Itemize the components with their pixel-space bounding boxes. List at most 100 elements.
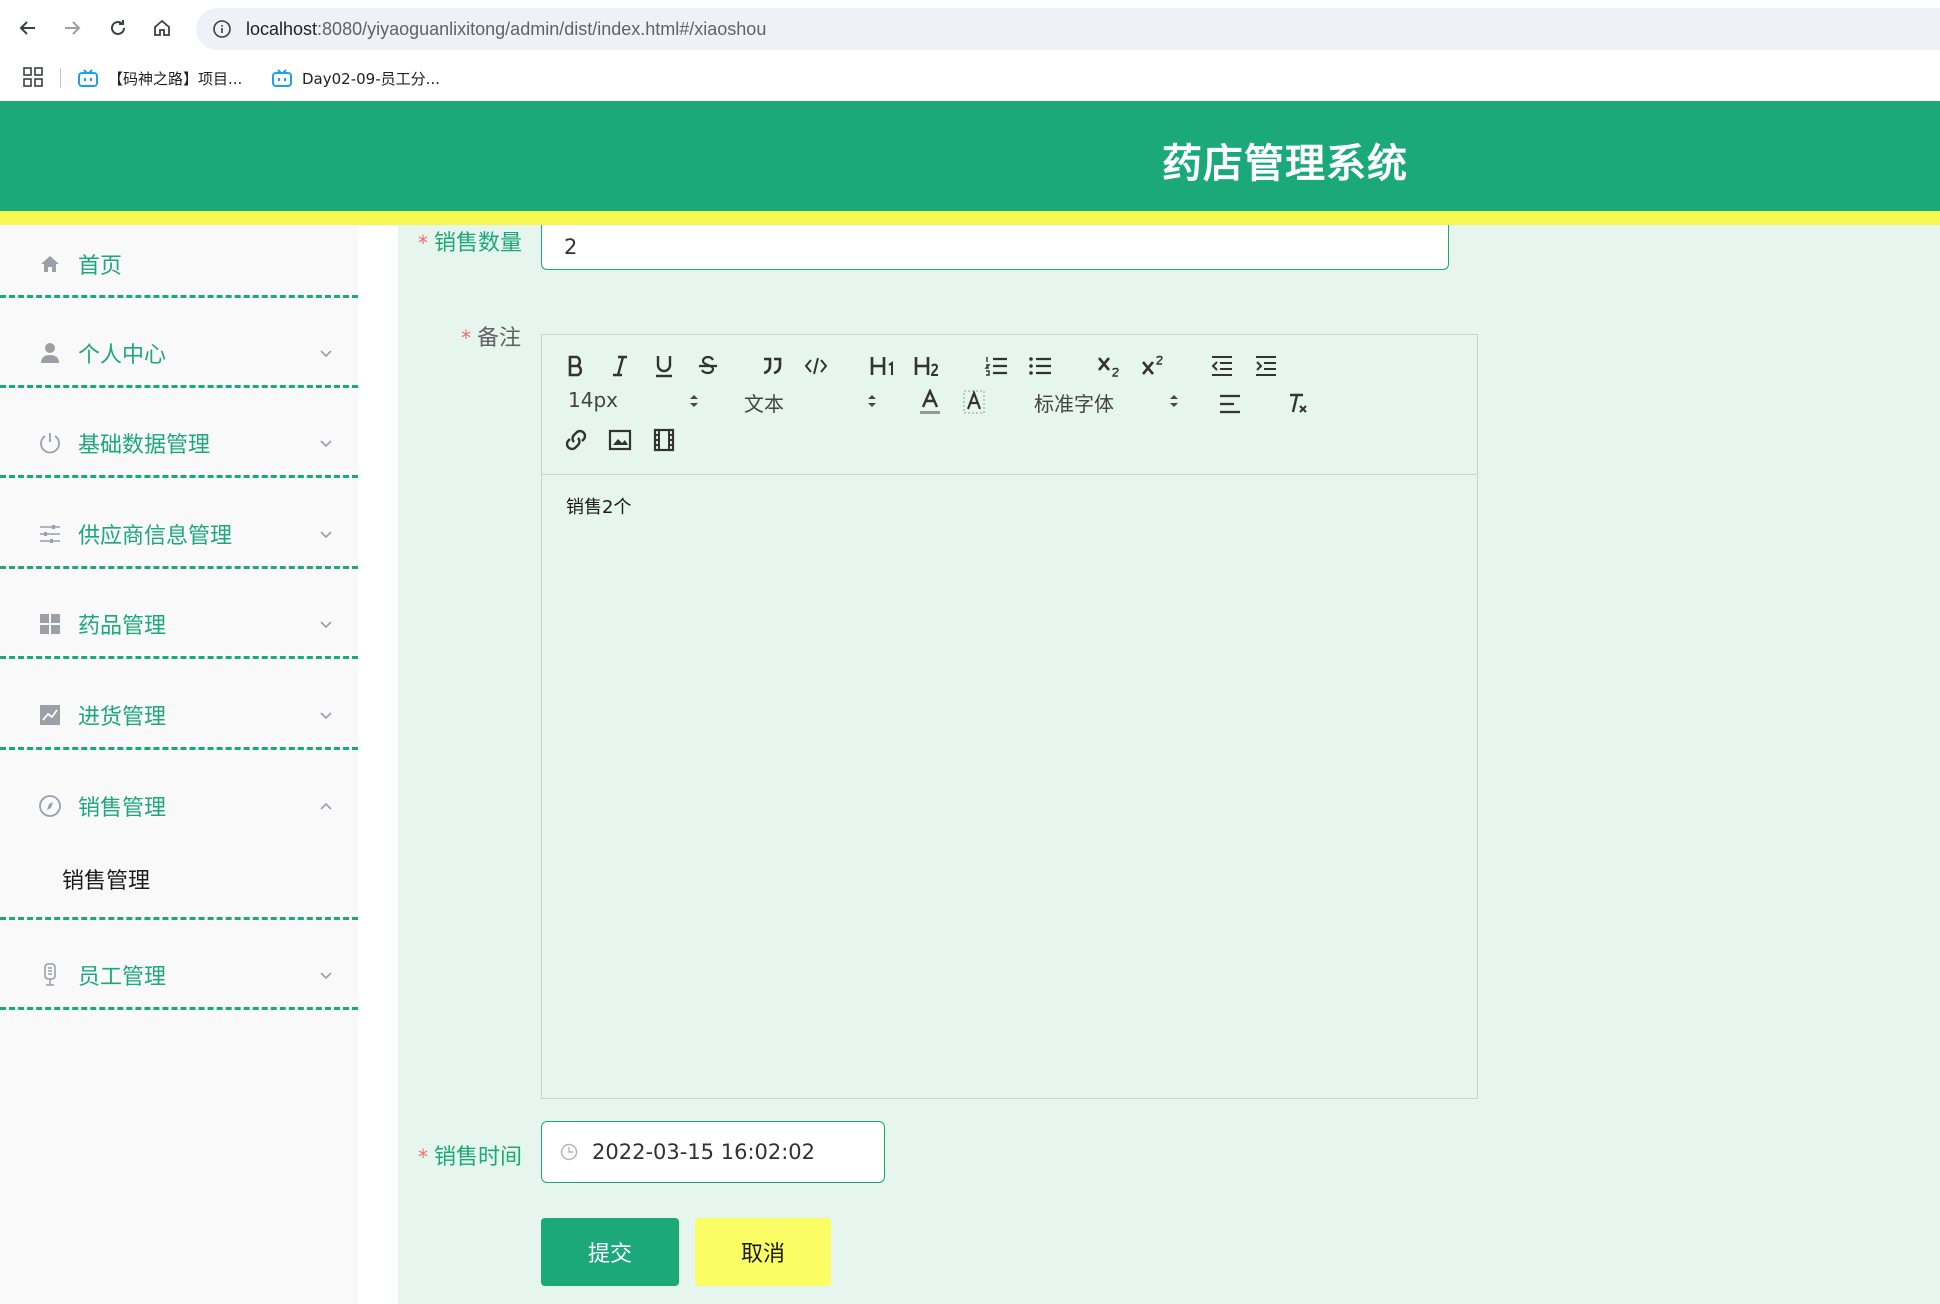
superscript-icon[interactable]: [1138, 351, 1170, 381]
bold-icon[interactable]: [560, 351, 592, 381]
editor-content[interactable]: 销售2个: [566, 493, 631, 519]
url-text: localhost:8080/yiyaoguanlixitong/admin/d…: [246, 19, 766, 40]
sidebar-divider: [0, 385, 358, 388]
sidebar-item-medicine[interactable]: 药品管理: [0, 599, 358, 649]
sidebar-item-employee[interactable]: 员工管理: [0, 950, 358, 1000]
user-icon: [38, 341, 62, 365]
picker-arrows-icon: [868, 395, 876, 407]
forward-icon[interactable]: [58, 14, 86, 42]
cancel-button[interactable]: 取消: [695, 1218, 831, 1286]
sidebar-divider: [0, 295, 358, 298]
submit-button[interactable]: 提交: [541, 1218, 679, 1286]
power-icon: [38, 431, 62, 455]
sidebar-divider: [0, 917, 358, 920]
sidebar-item-label: 供应商信息管理: [78, 524, 233, 549]
sidebar-item-purchase[interactable]: 进货管理: [0, 690, 358, 740]
header-type-picker[interactable]: 文本: [744, 388, 784, 417]
clear-format-icon[interactable]: [1282, 389, 1314, 419]
sidebar-item-basic-data[interactable]: 基础数据管理: [0, 418, 358, 468]
heading-1-icon[interactable]: [868, 351, 900, 381]
heading-2-icon[interactable]: [912, 351, 944, 381]
bookmarks-bar: 【码神之路】项目... Day02-09-员工分...: [0, 56, 1940, 100]
bookmarks-separator: [60, 68, 61, 88]
link-icon[interactable]: [560, 425, 592, 455]
outdent-icon[interactable]: [1206, 351, 1238, 381]
font-size-picker[interactable]: 14px: [568, 388, 618, 412]
strikethrough-icon[interactable]: [692, 351, 724, 381]
chevron-up-icon: [320, 802, 332, 810]
address-bar[interactable]: localhost:8080/yiyaoguanlixitong/admin/d…: [196, 8, 1940, 50]
picker-arrows-icon: [1170, 395, 1178, 407]
quantity-input[interactable]: 2: [541, 225, 1449, 270]
clock-icon: [560, 1143, 578, 1161]
blockquote-icon[interactable]: [756, 351, 788, 381]
chevron-down-icon: [320, 531, 332, 539]
sidebar-item-label: 进货管理: [78, 705, 167, 730]
home-icon: [38, 252, 62, 276]
chart-icon: [38, 703, 62, 727]
sidebar-item-label: 基础数据管理: [78, 433, 211, 458]
app-title: 药店管理系统: [1162, 141, 1408, 187]
compass-icon: [38, 794, 62, 818]
chevron-down-icon: [320, 972, 332, 980]
sidebar-item-supplier[interactable]: 供应商信息管理: [0, 509, 358, 559]
background-color-icon[interactable]: [958, 387, 990, 417]
bilibili-tv-icon: [78, 69, 98, 87]
sale-time-picker[interactable]: 2022-03-15 16:02:02: [541, 1121, 885, 1183]
sidebar: 首页 个人中心 基础数据管理 供应商信息管理 药品管理 进货管理 销售管理 销售…: [0, 225, 358, 1304]
sidebar-item-label: 首页: [78, 254, 123, 279]
image-icon[interactable]: [604, 425, 636, 455]
quantity-value: 2: [564, 235, 578, 259]
home-page-icon[interactable]: [148, 14, 176, 42]
sidebar-item-sales[interactable]: 销售管理: [0, 781, 358, 831]
url-path: :8080/yiyaoguanlixitong/admin/dist/index…: [317, 18, 767, 39]
sidebar-divider: [0, 475, 358, 478]
quantity-label-text: 销售数量: [434, 231, 523, 256]
remark-label-text: 备注: [477, 326, 522, 351]
ordered-list-icon[interactable]: [980, 351, 1012, 381]
sidebar-item-label: 个人中心: [78, 343, 167, 368]
required-mark: *: [418, 231, 428, 255]
sidebar-item-label: 药品管理: [78, 614, 167, 639]
sliders-icon: [38, 522, 62, 546]
sale-time-value: 2022-03-15 16:02:02: [592, 1140, 816, 1164]
bookmark-item[interactable]: Day02-09-员工分...: [272, 64, 440, 92]
editor-toolbar: 14px 文本 标准字体: [542, 335, 1477, 475]
font-family-picker[interactable]: 标准字体: [1034, 388, 1114, 417]
code-block-icon[interactable]: [800, 351, 832, 381]
sidebar-item-home[interactable]: 首页: [0, 239, 358, 289]
back-icon[interactable]: [14, 14, 42, 42]
chevron-down-icon: [320, 440, 332, 448]
rich-text-editor: 14px 文本 标准字体 销售2个: [541, 334, 1478, 1099]
quantity-label: * 销售数量: [418, 225, 522, 257]
microphone-icon: [38, 963, 62, 987]
video-icon[interactable]: [648, 425, 680, 455]
sidebar-divider: [0, 656, 358, 659]
align-icon[interactable]: [1214, 389, 1246, 419]
picker-arrows-icon: [690, 395, 698, 407]
reload-icon[interactable]: [104, 14, 132, 42]
url-host: localhost: [246, 18, 318, 39]
sidebar-item-profile[interactable]: 个人中心: [0, 328, 358, 378]
sale-time-label-text: 销售时间: [434, 1145, 523, 1170]
bullet-list-icon[interactable]: [1024, 351, 1056, 381]
font-color-icon[interactable]: [914, 387, 946, 417]
sale-time-label: * 销售时间: [418, 1139, 522, 1171]
browser-toolbar: localhost:8080/yiyaoguanlixitong/admin/d…: [0, 0, 1940, 56]
italic-icon[interactable]: [604, 351, 636, 381]
indent-icon[interactable]: [1250, 351, 1282, 381]
chevron-down-icon: [320, 350, 332, 358]
site-info-icon[interactable]: [212, 19, 232, 39]
sidebar-divider: [0, 747, 358, 750]
apps-grid-icon[interactable]: [22, 66, 44, 88]
remark-label: * 备注: [461, 320, 521, 352]
header-accent-strip: [0, 211, 1940, 225]
submenu-item-sales-management[interactable]: 销售管理: [62, 863, 150, 895]
chevron-down-icon: [320, 712, 332, 720]
bookmark-item[interactable]: 【码神之路】项目...: [78, 64, 242, 92]
bookmark-label: Day02-09-员工分...: [302, 69, 440, 88]
underline-icon[interactable]: [648, 351, 680, 381]
bookmark-label: 【码神之路】项目...: [108, 69, 243, 88]
subscript-icon[interactable]: [1094, 351, 1126, 381]
chevron-down-icon: [320, 621, 332, 629]
